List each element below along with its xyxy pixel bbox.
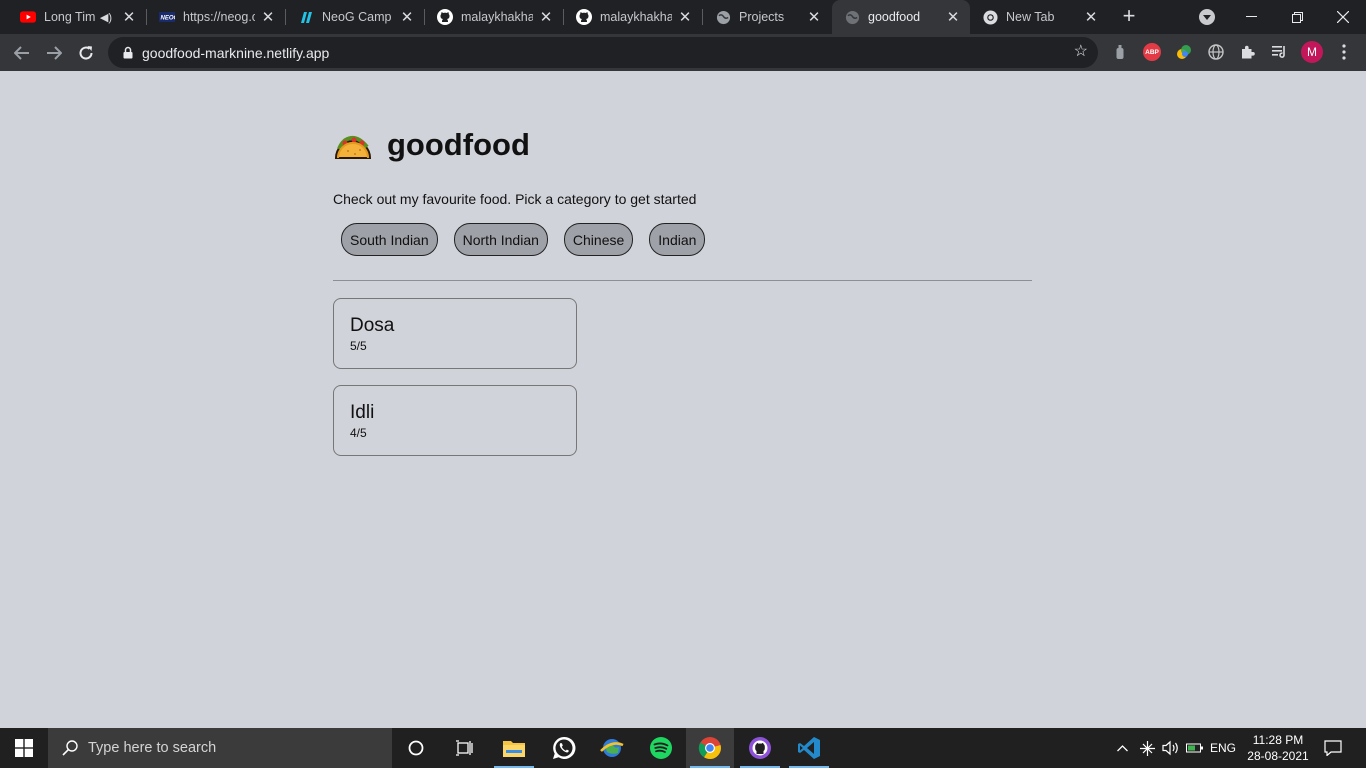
whatsapp-icon[interactable] xyxy=(540,728,588,768)
food-name: Dosa xyxy=(350,315,395,336)
back-icon[interactable] xyxy=(9,40,35,66)
tab-title: Projects xyxy=(739,10,785,24)
category-north-indian-button[interactable]: North Indian xyxy=(453,223,548,256)
language-indicator[interactable]: ENG xyxy=(1208,728,1238,768)
tab-youtube[interactable]: Long Tim ◀︎) ✕ xyxy=(8,0,146,34)
network-icon[interactable] xyxy=(1136,728,1158,768)
profile-avatar[interactable]: M xyxy=(1301,41,1323,63)
new-tab-button[interactable]: + xyxy=(1118,4,1140,28)
windows-start-icon[interactable] xyxy=(0,728,48,768)
minimize-icon[interactable] xyxy=(1228,0,1274,34)
tab-title: malaykhakhar xyxy=(600,10,672,24)
browser-toolbar: goodfood-marknine.netlify.app ☆ ABP M xyxy=(0,34,1366,71)
file-explorer-icon[interactable] xyxy=(490,728,538,768)
tab-title: https://neog.c xyxy=(183,10,255,24)
volume-icon[interactable] xyxy=(1160,728,1182,768)
restore-icon[interactable] xyxy=(1274,0,1320,34)
tab-github-2[interactable]: malaykhakhar ✕ xyxy=(564,0,702,34)
windows-taskbar: Type here to search ENG 11:28 PM 28-08-2… xyxy=(0,728,1366,768)
food-card: Idli 4/5 xyxy=(333,385,577,456)
tab-search-icon[interactable] xyxy=(1199,9,1215,25)
app-header: goodfood xyxy=(333,127,530,163)
chrome-icon xyxy=(982,9,998,25)
category-indian-button[interactable]: Indian xyxy=(649,223,706,256)
close-tab-icon[interactable]: ✕ xyxy=(946,8,960,26)
tab-title: malaykhakhar xyxy=(461,10,533,24)
tab-projects[interactable]: Projects ✕ xyxy=(703,0,831,34)
svg-text:NEOG: NEOG xyxy=(161,16,176,22)
chrome-taskbar-icon[interactable] xyxy=(686,728,734,768)
divider xyxy=(333,280,1032,281)
search-placeholder: Type here to search xyxy=(88,740,217,756)
food-list: Dosa 5/5 Idli 4/5 xyxy=(333,298,577,472)
globe-icon xyxy=(844,9,860,25)
food-name: Idli xyxy=(350,402,375,423)
address-bar[interactable]: goodfood-marknine.netlify.app ☆ xyxy=(108,37,1098,68)
page-viewport: goodfood Check out my favourite food. Pi… xyxy=(0,71,1366,728)
food-rating: 5/5 xyxy=(350,339,367,353)
close-tab-icon[interactable]: ✕ xyxy=(1084,8,1098,26)
show-hidden-icons-chevron-icon[interactable] xyxy=(1112,728,1132,768)
page-subtitle: Check out my favourite food. Pick a cate… xyxy=(333,191,697,207)
reload-icon[interactable] xyxy=(73,40,99,66)
github-icon xyxy=(437,9,453,25)
vscode-icon[interactable] xyxy=(785,728,833,768)
category-buttons: South Indian North Indian Chinese Indian xyxy=(341,223,706,256)
system-clock[interactable]: 11:28 PM 28-08-2021 xyxy=(1240,732,1316,764)
taco-icon xyxy=(333,127,373,163)
tab-github-1[interactable]: malaykhakhar ✕ xyxy=(425,0,563,34)
neogcamp-icon xyxy=(298,9,314,25)
page-title: goodfood xyxy=(387,127,530,162)
extension-bottle-icon[interactable] xyxy=(1111,43,1129,61)
clock-date: 28-08-2021 xyxy=(1247,749,1309,763)
taskbar-search-box[interactable]: Type here to search xyxy=(48,728,392,768)
notifications-icon[interactable] xyxy=(1318,728,1348,768)
url-text[interactable]: goodfood-marknine.netlify.app xyxy=(142,45,329,61)
spotify-icon[interactable] xyxy=(637,728,685,768)
close-tab-icon[interactable]: ✕ xyxy=(261,8,275,26)
lock-icon[interactable] xyxy=(120,46,136,59)
category-south-indian-button[interactable]: South Indian xyxy=(341,223,438,256)
translate-globe-icon[interactable] xyxy=(1207,43,1225,61)
adblock-plus-icon[interactable]: ABP xyxy=(1143,43,1161,61)
clock-time: 11:28 PM xyxy=(1252,733,1304,747)
tab-title: New Tab xyxy=(1006,10,1055,24)
task-view-icon[interactable] xyxy=(440,728,488,768)
tab-title: goodfood xyxy=(868,10,921,24)
category-chinese-button[interactable]: Chinese xyxy=(563,223,634,256)
close-tab-icon[interactable]: ✕ xyxy=(678,8,692,26)
close-window-icon[interactable] xyxy=(1320,0,1366,34)
tab-neogcamp[interactable]: NeoG Camp A ✕ xyxy=(286,0,424,34)
github-icon xyxy=(576,9,592,25)
speaker-icon[interactable]: ◀︎) xyxy=(100,11,112,24)
globe-icon xyxy=(715,9,731,25)
close-tab-icon[interactable]: ✕ xyxy=(539,8,553,26)
forward-icon[interactable] xyxy=(41,40,67,66)
battery-icon[interactable] xyxy=(1184,728,1206,768)
neog-icon: NEOG xyxy=(159,9,175,25)
close-tab-icon[interactable]: ✕ xyxy=(122,8,136,26)
app-globe-icon[interactable] xyxy=(588,728,636,768)
tab-title: NeoG Camp A xyxy=(322,10,394,24)
close-tab-icon[interactable]: ✕ xyxy=(400,8,414,26)
browser-menu-icon[interactable] xyxy=(1335,43,1353,61)
extension-multicolor-icon[interactable] xyxy=(1175,43,1193,61)
media-queue-icon[interactable] xyxy=(1271,43,1289,61)
bookmark-star-icon[interactable]: ☆ xyxy=(1074,44,1088,60)
close-tab-icon[interactable]: ✕ xyxy=(807,8,821,26)
tab-neog[interactable]: NEOG https://neog.c ✕ xyxy=(147,0,285,34)
extensions-puzzle-icon[interactable] xyxy=(1239,43,1257,61)
tab-newtab[interactable]: New Tab ✕ xyxy=(970,0,1108,34)
tab-title: Long Tim xyxy=(44,10,96,24)
youtube-icon xyxy=(20,9,36,25)
github-desktop-icon[interactable] xyxy=(736,728,784,768)
search-icon xyxy=(62,740,78,756)
food-card: Dosa 5/5 xyxy=(333,298,577,369)
food-rating: 4/5 xyxy=(350,426,367,440)
cortana-icon[interactable] xyxy=(392,728,440,768)
tab-strip: Long Tim ◀︎) ✕ NEOG https://neog.c ✕ Neo… xyxy=(0,0,1366,34)
tab-goodfood[interactable]: goodfood ✕ xyxy=(832,0,970,34)
